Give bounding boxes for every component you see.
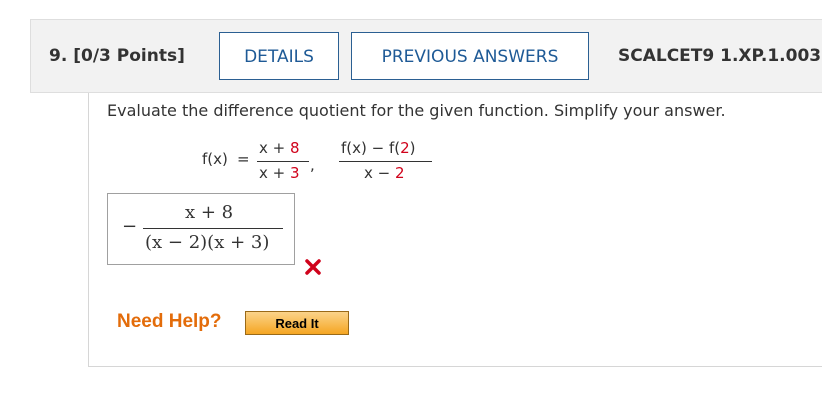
read-it-button[interactable]: Read It <box>245 311 349 335</box>
details-button[interactable]: DETAILS <box>219 32 339 80</box>
incorrect-x-icon <box>305 259 321 275</box>
function-comma: , <box>310 156 315 174</box>
function-denominator: x + 3 <box>259 164 300 182</box>
quotient-fraction-bar <box>339 161 432 162</box>
question-number: 9. <box>49 46 68 66</box>
answer-input[interactable]: − x + 8 (x − 2)(x + 3) <box>107 193 295 265</box>
question-header: 9. [0/3 Points] DETAILS PREVIOUS ANSWERS… <box>30 19 822 93</box>
question-prompt: Evaluate the difference quotient for the… <box>107 101 726 120</box>
answer-denominator: (x − 2)(x + 3) <box>145 232 270 253</box>
function-numerator: x + 8 <box>259 139 300 157</box>
previous-answers-button[interactable]: PREVIOUS ANSWERS <box>351 32 589 80</box>
function-label: f(x) <box>202 150 228 168</box>
quotient-numerator: f(x) − f(2) <box>341 139 416 157</box>
equals-sign: = <box>237 150 250 168</box>
question-points: [0/3 Points] <box>73 46 185 66</box>
question-number-points: 9. [0/3 Points] <box>49 46 185 66</box>
function-fraction-bar <box>257 161 309 162</box>
quotient-denominator: x − 2 <box>364 164 405 182</box>
answer-numerator: x + 8 <box>185 202 234 223</box>
question-code: SCALCET9 1.XP.1.003. <box>618 46 822 66</box>
answer-fraction-bar <box>143 228 283 229</box>
need-help-label: Need Help? <box>117 311 222 332</box>
answer-sign: − <box>122 216 138 237</box>
